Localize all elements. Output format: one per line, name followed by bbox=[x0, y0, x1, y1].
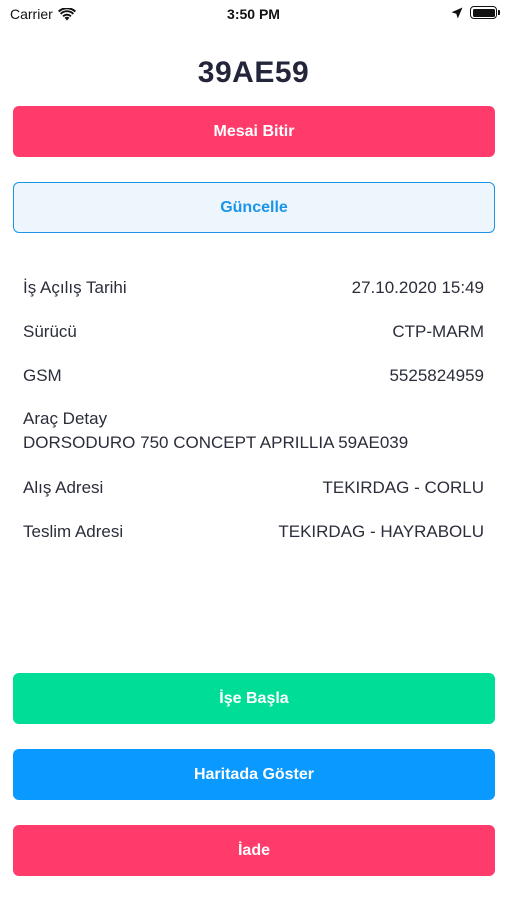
delivery-address-value: TEKIRDAG - HAYRABOLU bbox=[278, 522, 484, 541]
detail-row-open-date: İş Açılış Tarihi 27.10.2020 15:49 bbox=[23, 278, 484, 298]
detail-row-delivery: Teslim Adresi TEKIRDAG - HAYRABOLU bbox=[23, 522, 484, 542]
status-right-icons bbox=[451, 6, 500, 19]
gsm-value: 5525824959 bbox=[389, 366, 484, 385]
return-button[interactable]: İade bbox=[13, 825, 495, 876]
location-arrow-icon bbox=[451, 7, 463, 18]
show-on-map-button[interactable]: Haritada Göster bbox=[13, 749, 495, 800]
detail-row-gsm: GSM 5525824959 bbox=[23, 366, 484, 386]
vehicle-plate-title: 39AE59 bbox=[197, 56, 310, 89]
driver-label: Sürücü bbox=[23, 322, 77, 341]
vehicle-detail-label: Araç Detay bbox=[23, 409, 108, 428]
detail-row-pickup: Alış Adresi TEKIRDAG - CORLU bbox=[23, 478, 484, 498]
delivery-address-label: Teslim Adresi bbox=[23, 522, 124, 541]
pickup-address-value: TEKIRDAG - CORLU bbox=[322, 478, 484, 497]
update-button[interactable]: Güncelle bbox=[13, 182, 495, 233]
vehicle-detail-value: DORSODURO 750 CONCEPT APRILLIA 59AE039 bbox=[23, 433, 409, 452]
detail-block-vehicle: Araç Detay DORSODURO 750 CONCEPT APRILLI… bbox=[23, 407, 484, 455]
start-job-button[interactable]: İşe Başla bbox=[13, 673, 495, 724]
battery-level bbox=[472, 8, 495, 17]
status-bar: Carrier 3:50 PM bbox=[0, 0, 507, 30]
pickup-address-label: Alış Adresi bbox=[23, 478, 104, 497]
status-time: 3:50 PM bbox=[227, 6, 280, 22]
end-shift-button[interactable]: Mesai Bitir bbox=[13, 106, 495, 157]
open-date-value: 27.10.2020 15:49 bbox=[351, 278, 484, 297]
driver-value: CTP-MARM bbox=[392, 322, 484, 341]
gsm-label: GSM bbox=[23, 366, 62, 385]
detail-row-driver: Sürücü CTP-MARM bbox=[23, 322, 484, 342]
open-date-label: İş Açılış Tarihi bbox=[23, 278, 127, 297]
battery-icon bbox=[470, 6, 500, 19]
